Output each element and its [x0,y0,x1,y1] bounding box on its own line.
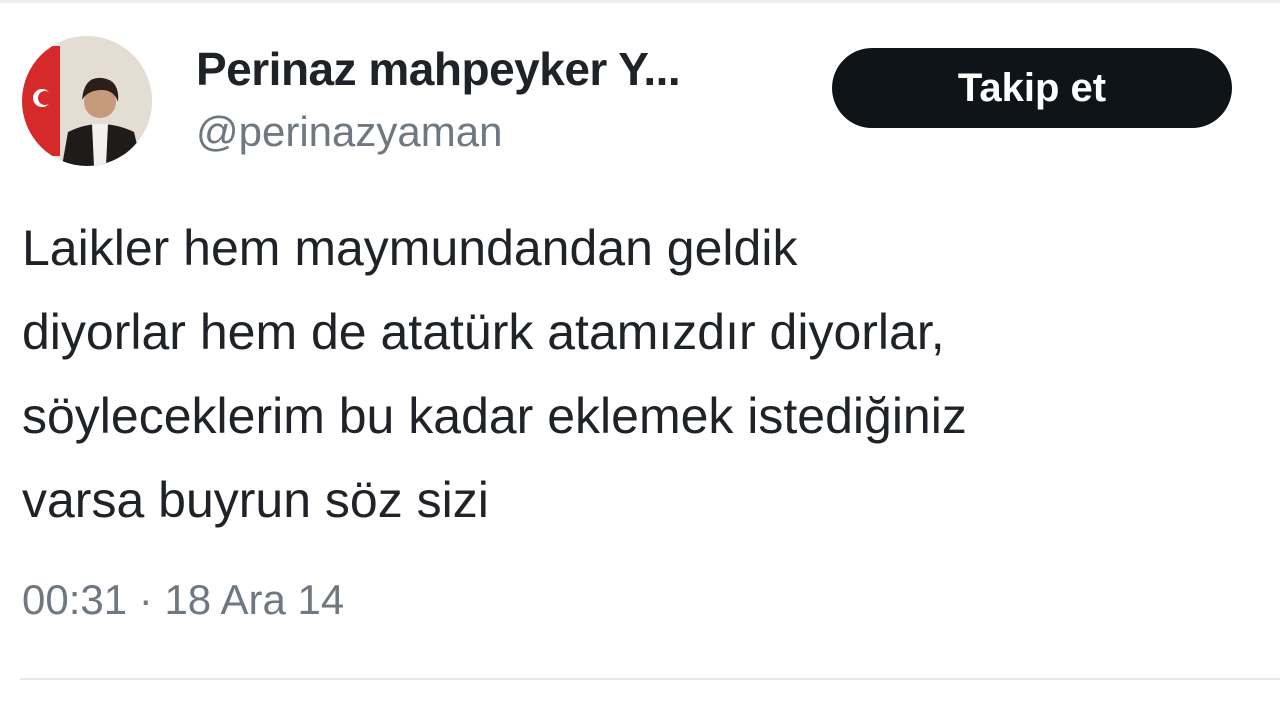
tweet-date: 18 Ara 14 [164,576,345,623]
follow-button[interactable]: Takip et [832,48,1232,128]
tweet-time: 00:31 [22,576,128,623]
tweet-text-line: diyorlar hem de atatürk atamızdır diyorl… [22,304,945,360]
tweet-text-line: varsa buyrun söz sizi [22,472,489,528]
author-display-name[interactable]: Perinaz mahpeyker Y... [196,42,681,96]
tweet-timestamp[interactable]: 00:31 · 18 Ara 14 [22,576,344,624]
tweet-text-line: söyleceklerim bu kadar eklemek istediğin… [22,388,967,444]
author-handle[interactable]: @perinazyaman [196,108,502,156]
tweet-text: Laikler hem maymundandan geldik diyorlar… [22,206,1272,542]
bottom-divider [20,678,1280,680]
top-divider [0,0,1280,3]
tweet-text-line: Laikler hem maymundandan geldik [22,220,798,276]
meta-separator: · [138,576,153,623]
tweet-card: Perinaz mahpeyker Y... @perinazyaman Tak… [0,0,1280,720]
avatar[interactable] [22,36,152,166]
avatar-photo-icon [22,36,152,166]
